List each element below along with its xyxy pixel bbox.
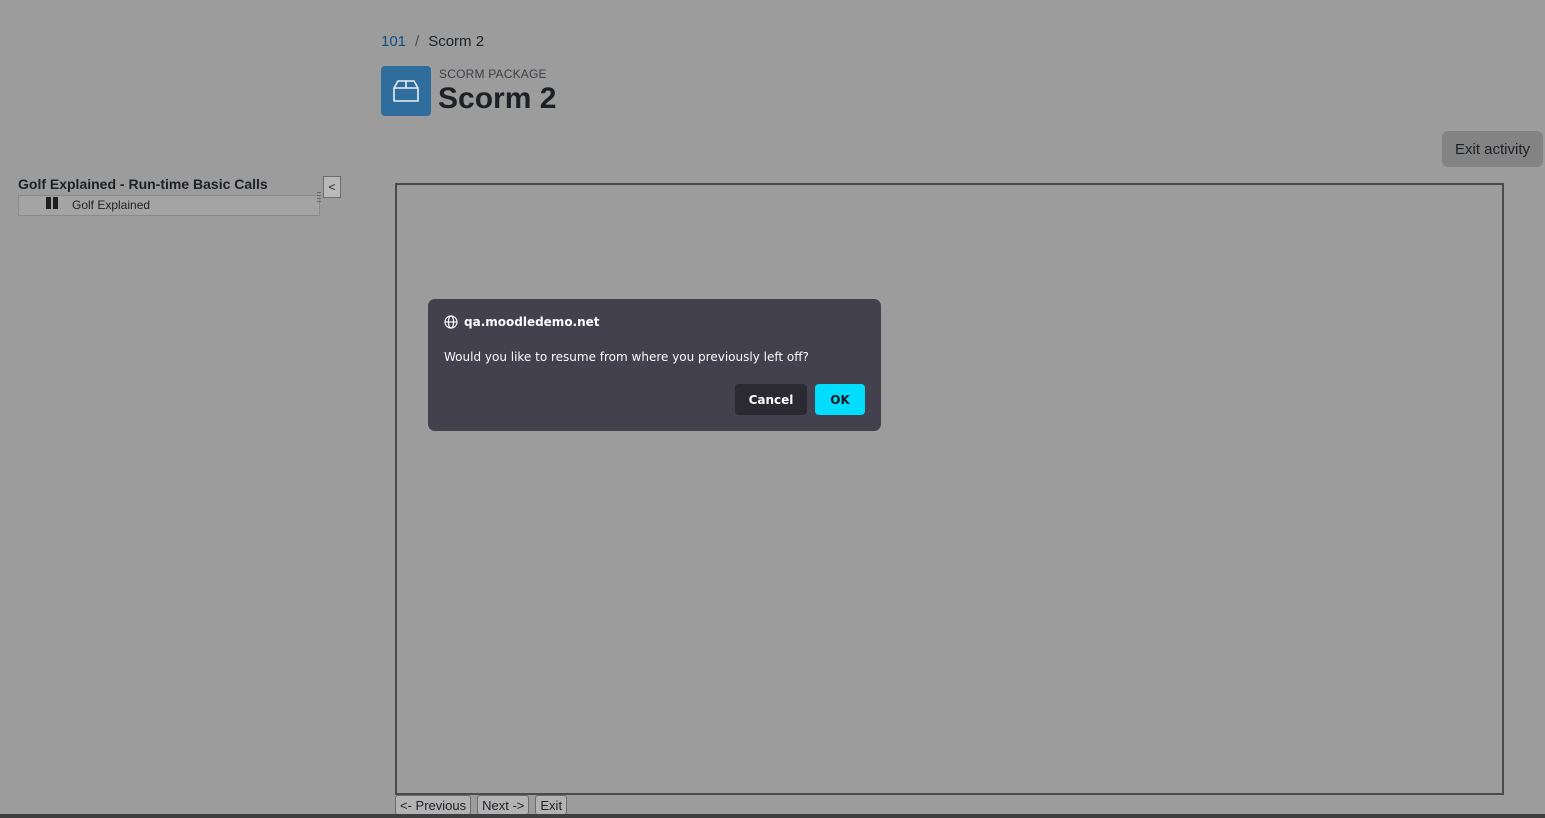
- scorm-nav: <- Previous Next -> Exit: [395, 795, 568, 815]
- scorm-content-frame[interactable]: [395, 183, 1504, 795]
- globe-icon: [444, 315, 458, 329]
- breadcrumb-course-link[interactable]: 101: [381, 33, 406, 50]
- exit-button[interactable]: Exit: [535, 795, 568, 815]
- dialog-message: Would you like to resume from where you …: [444, 350, 809, 364]
- toc-item[interactable]: Golf Explained: [18, 195, 320, 216]
- toc-collapse-button[interactable]: <: [323, 176, 341, 198]
- scorm-toc: Golf Explained - Run-time Basic Calls Go…: [18, 176, 320, 216]
- dialog-origin: qa.moodledemo.net: [444, 315, 600, 329]
- resume-dialog: qa.moodledemo.net Would you like to resu…: [428, 299, 881, 431]
- breadcrumb-current: Scorm 2: [428, 33, 485, 50]
- breadcrumb-separator: /: [415, 33, 420, 50]
- toc-title: Golf Explained - Run-time Basic Calls: [18, 176, 268, 192]
- dialog-origin-text: qa.moodledemo.net: [464, 315, 600, 329]
- toc-resize-handle[interactable]: [317, 192, 321, 202]
- pause-icon: [46, 197, 60, 209]
- exit-activity-button[interactable]: Exit activity: [1442, 131, 1543, 167]
- cancel-button[interactable]: Cancel: [735, 384, 807, 415]
- previous-button[interactable]: <- Previous: [395, 795, 472, 815]
- breadcrumb: 101 / Scorm 2: [381, 33, 484, 50]
- bottom-bar: [0, 814, 1545, 818]
- ok-button[interactable]: OK: [815, 384, 865, 415]
- scorm-package-icon: [381, 66, 431, 116]
- activity-type-label: SCORM PACKAGE: [439, 67, 547, 81]
- toc-item-label: Golf Explained: [72, 198, 151, 212]
- page-title: Scorm 2: [438, 82, 557, 115]
- next-button[interactable]: Next ->: [477, 795, 530, 815]
